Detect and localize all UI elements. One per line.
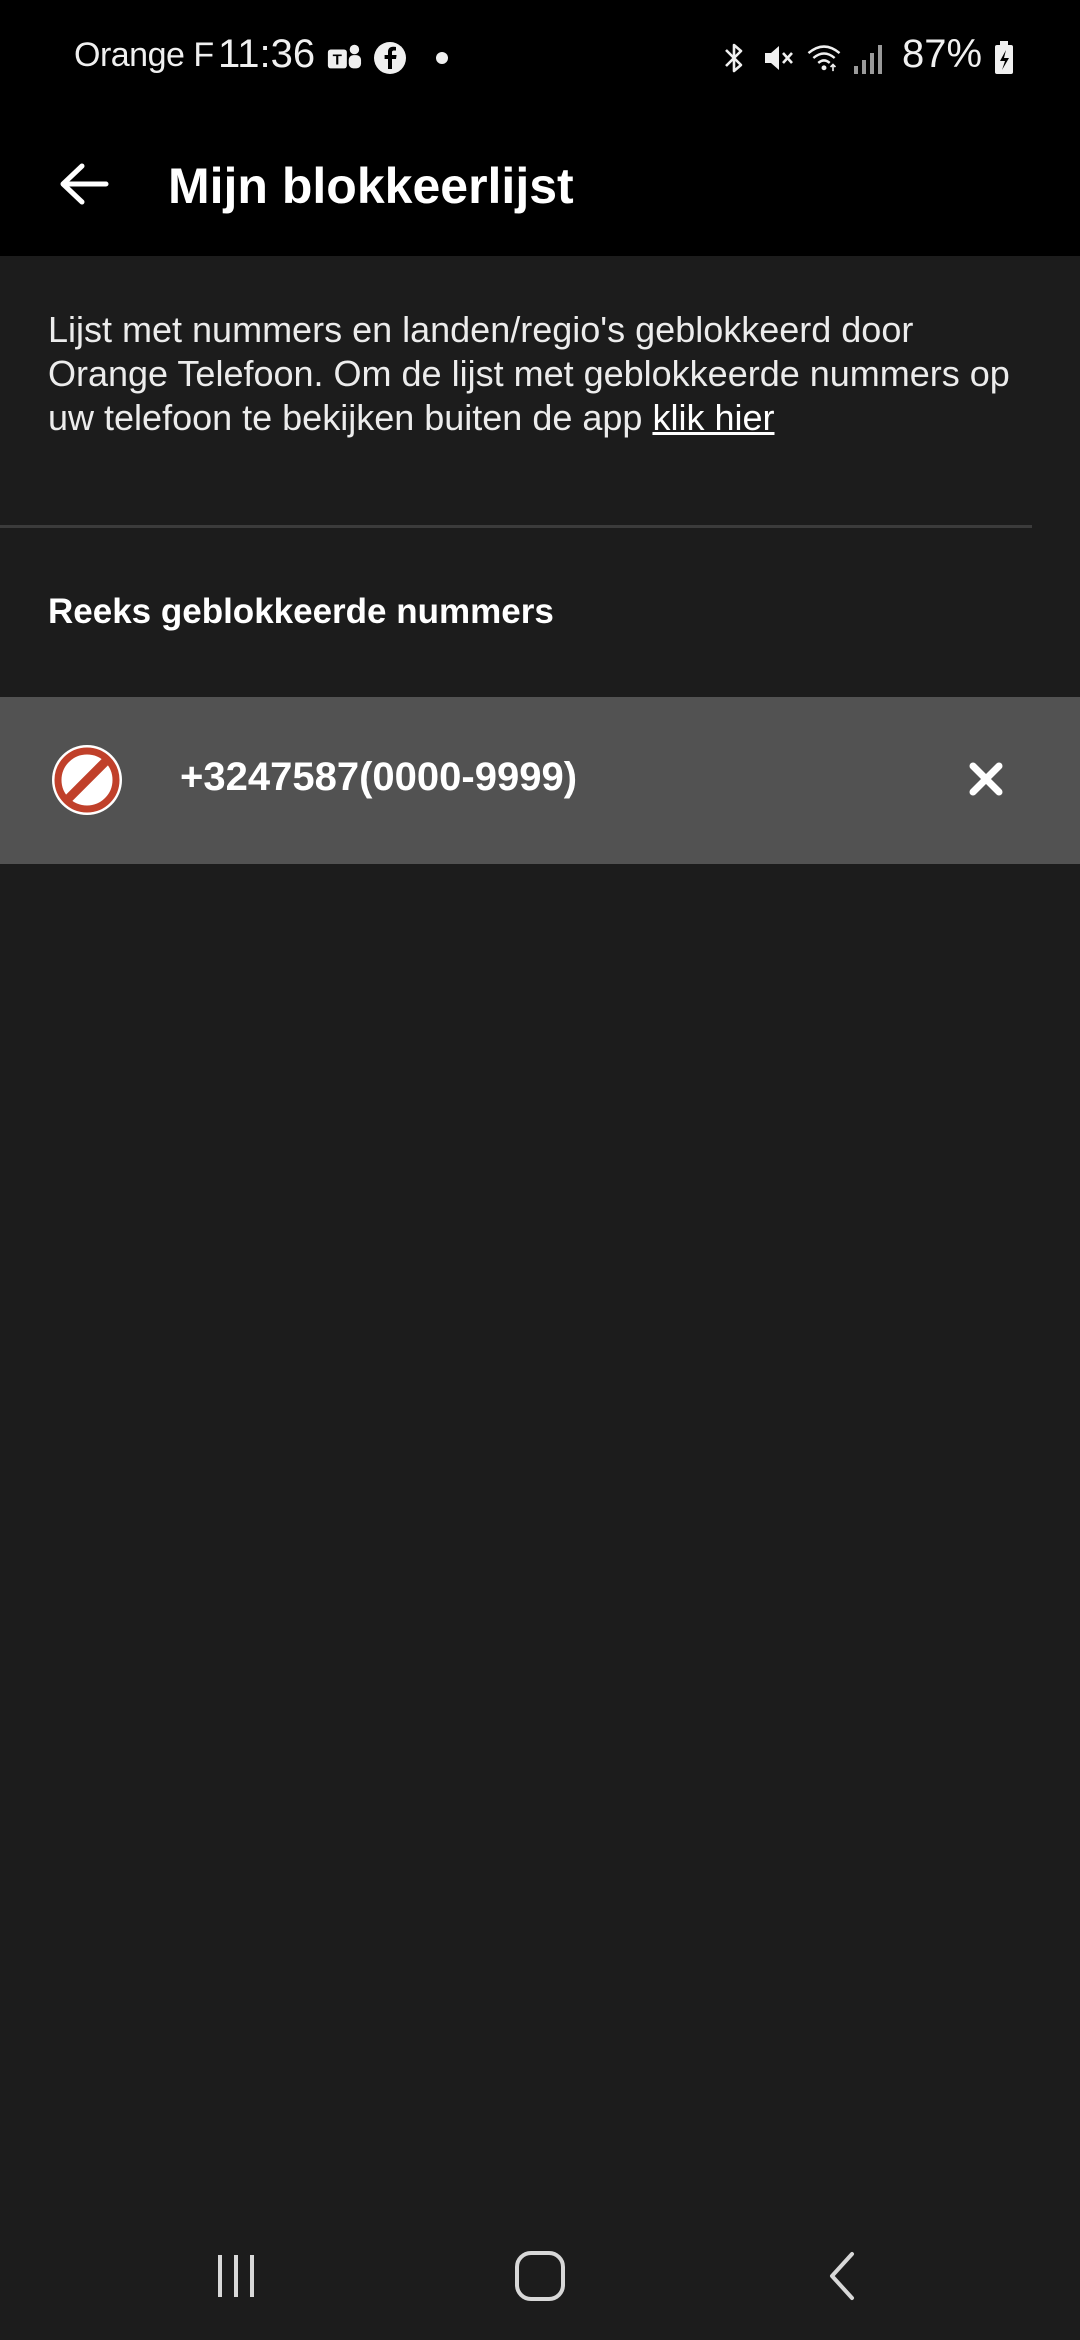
recent-apps-button[interactable] xyxy=(196,2236,276,2316)
battery-icon xyxy=(986,40,1022,76)
status-time: 11:36 xyxy=(218,32,316,76)
back-button[interactable] xyxy=(44,144,124,224)
facebook-icon xyxy=(372,40,408,76)
status-bar: Orange F 11:36 T 87% xyxy=(0,0,1080,118)
remove-blocked-number-button[interactable] xyxy=(954,747,1018,811)
divider xyxy=(0,525,1032,528)
bluetooth-icon xyxy=(716,40,752,76)
dot-icon xyxy=(424,40,460,76)
blocked-number-label: +3247587(0000-9999) xyxy=(180,755,578,799)
block-icon xyxy=(50,743,124,817)
home-button[interactable] xyxy=(500,2236,580,2316)
battery-percentage: 87% xyxy=(902,32,983,76)
signal-icon xyxy=(852,40,888,76)
close-icon xyxy=(969,762,1003,796)
home-icon xyxy=(515,2251,565,2301)
recent-apps-icon xyxy=(218,2255,254,2297)
page-title: Mijn blokkeerlijst xyxy=(168,158,574,214)
description-body: Lijst met nummers en landen/regio's gebl… xyxy=(48,309,1010,438)
teams-icon: T xyxy=(326,40,362,76)
navigation-bar xyxy=(0,2200,1080,2340)
back-icon xyxy=(830,2252,854,2300)
description-text: Lijst met nummers en landen/regio's gebl… xyxy=(48,308,1038,440)
click-here-link[interactable]: klik hier xyxy=(652,397,774,438)
wifi-icon xyxy=(806,40,842,76)
back-arrow-icon xyxy=(60,163,109,205)
blocked-number-row[interactable]: +3247587(0000-9999) xyxy=(0,697,1080,864)
system-back-button[interactable] xyxy=(802,2236,882,2316)
carrier-name: Orange F xyxy=(74,36,214,74)
mute-icon xyxy=(760,40,796,76)
svg-text:T: T xyxy=(333,52,343,69)
section-header: Reeks geblokkeerde nummers xyxy=(48,592,554,631)
app-bar: Mijn blokkeerlijst xyxy=(0,118,1080,256)
